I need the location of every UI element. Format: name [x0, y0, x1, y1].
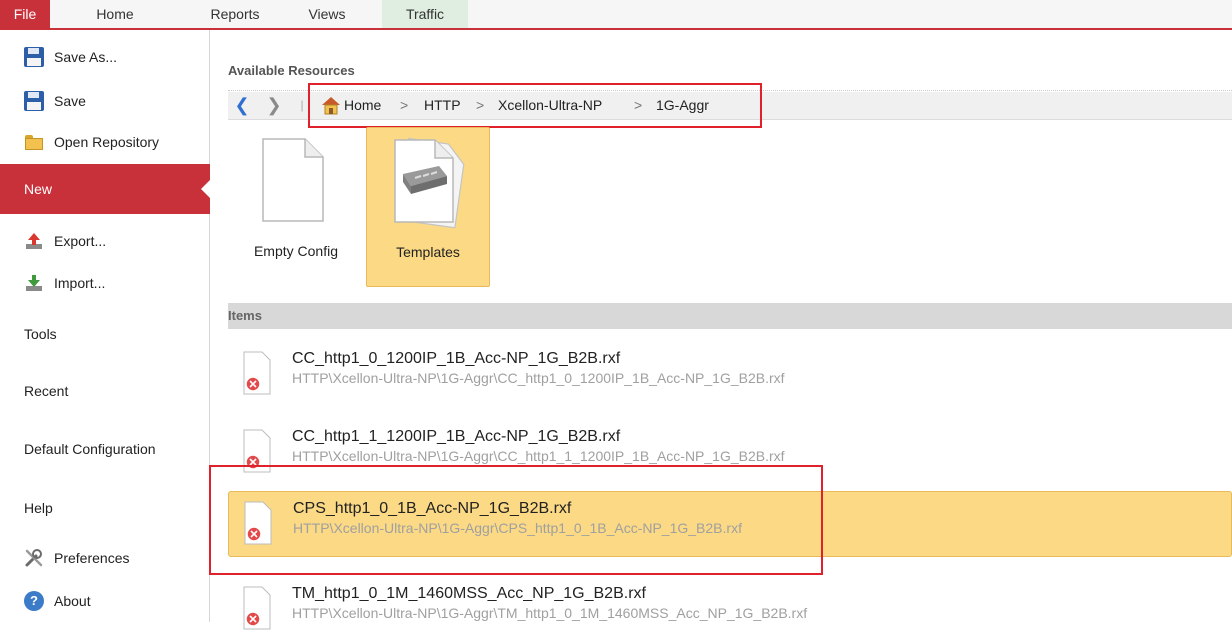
menu-tools[interactable]: Tools	[0, 319, 210, 349]
menu-open-repository[interactable]: Open Repository	[0, 127, 210, 157]
folder-icon	[24, 132, 44, 152]
file-name: TM_http1_0_1M_1460MSS_Acc_NP_1G_B2B.rxf	[292, 585, 646, 602]
menu-about-label: About	[54, 593, 91, 609]
back-arrow-icon[interactable]: ❮	[232, 95, 252, 115]
menu-default-configuration-label: Default Configuration	[24, 441, 156, 457]
breadcrumb-1g-aggr[interactable]: 1G-Aggr	[656, 97, 709, 113]
home-icon[interactable]	[320, 95, 342, 115]
menu-save[interactable]: Save	[0, 86, 210, 116]
file-name: CC_http1_0_1200IP_1B_Acc-NP_1G_B2B.rxf	[292, 350, 621, 367]
tab-file[interactable]: File	[0, 0, 50, 28]
breadcrumb-divider: |	[300, 98, 304, 112]
tile-empty-config-label: Empty Config	[253, 243, 339, 259]
menu-recent[interactable]: Recent	[0, 376, 210, 406]
tile-empty-config[interactable]: Empty Config	[234, 127, 358, 287]
menu-about[interactable]: ? About	[0, 586, 210, 616]
file-row[interactable]: TM_http1_0_1M_1460MSS_Acc_NP_1G_B2B.rxf …	[228, 577, 1232, 641]
breadcrumb-separator: >	[476, 97, 485, 113]
templates-icon	[385, 136, 469, 231]
menu-new[interactable]: New	[0, 164, 211, 214]
menu-preferences-label: Preferences	[54, 550, 130, 566]
ribbon-tab-bar: File Home Reports Views Traffic	[0, 0, 1232, 30]
tile-templates-label: Templates	[396, 244, 460, 260]
save-as-icon	[24, 47, 44, 67]
save-icon	[24, 91, 44, 111]
menu-preferences[interactable]: Preferences	[0, 543, 210, 573]
menu-import-label: Import...	[54, 275, 106, 291]
breadcrumb-http[interactable]: HTTP	[424, 97, 461, 113]
menu-help[interactable]: Help	[0, 493, 210, 523]
menu-save-as-label: Save As...	[54, 49, 118, 65]
divider	[228, 90, 1232, 91]
rxf-file-icon	[242, 428, 272, 474]
breadcrumb-home[interactable]: Home	[344, 97, 381, 113]
menu-new-label: New	[24, 181, 53, 197]
breadcrumb-separator: >	[400, 97, 409, 113]
menu-recent-label: Recent	[24, 383, 69, 399]
items-header: Items	[228, 303, 1232, 329]
menu-tools-label: Tools	[24, 326, 57, 342]
tab-home[interactable]: Home	[72, 0, 158, 28]
menu-help-label: Help	[24, 500, 53, 516]
address-bar: ❮ ❯ | Home > HTTP > Xcellon-Ultra-NP > 1…	[228, 92, 1232, 120]
tile-templates[interactable]: Templates	[366, 127, 490, 287]
import-icon	[24, 273, 44, 293]
menu-import[interactable]: Import...	[0, 268, 210, 298]
backstage-menu: Save As... Save Open Repository New Expo…	[0, 30, 211, 622]
menu-export-label: Export...	[54, 233, 107, 249]
tab-views[interactable]: Views	[298, 0, 356, 28]
forward-arrow-icon[interactable]: ❯	[264, 95, 284, 115]
tab-traffic[interactable]: Traffic	[382, 0, 468, 28]
breadcrumb-xcellon-ultra-np[interactable]: Xcellon-Ultra-NP	[498, 97, 602, 113]
about-icon: ?	[24, 591, 44, 611]
menu-save-as[interactable]: Save As...	[0, 42, 210, 72]
file-name: CPS_http1_0_1B_Acc-NP_1G_B2B.rxf	[293, 500, 572, 517]
tab-reports[interactable]: Reports	[196, 0, 274, 28]
menu-save-label: Save	[54, 93, 86, 109]
file-path: HTTP\Xcellon-Ultra-NP\1G-Aggr\CPS_http1_…	[293, 520, 742, 536]
file-path: HTTP\Xcellon-Ultra-NP\1G-Aggr\CC_http1_0…	[292, 370, 785, 386]
file-row[interactable]: CC_http1_1_1200IP_1B_Acc-NP_1G_B2B.rxf H…	[228, 420, 1232, 484]
file-path: HTTP\Xcellon-Ultra-NP\1G-Aggr\TM_http1_0…	[292, 605, 808, 621]
rxf-file-icon	[242, 585, 272, 631]
menu-export[interactable]: Export...	[0, 226, 210, 256]
rxf-file-icon	[242, 350, 272, 396]
menu-default-configuration[interactable]: Default Configuration	[0, 434, 210, 464]
export-icon	[24, 231, 44, 251]
blank-document-icon	[261, 137, 325, 226]
file-row[interactable]: CC_http1_0_1200IP_1B_Acc-NP_1G_B2B.rxf H…	[228, 342, 1232, 406]
available-resources-heading: Available Resources	[228, 63, 355, 78]
wrench-icon	[24, 548, 44, 568]
menu-open-repository-label: Open Repository	[54, 134, 160, 150]
file-name: CC_http1_1_1200IP_1B_Acc-NP_1G_B2B.rxf	[292, 428, 621, 445]
file-path: HTTP\Xcellon-Ultra-NP\1G-Aggr\CC_http1_1…	[292, 448, 785, 464]
rxf-file-icon	[243, 500, 273, 546]
file-row-selected[interactable]: CPS_http1_0_1B_Acc-NP_1G_B2B.rxf HTTP\Xc…	[228, 491, 1232, 557]
breadcrumb-separator: >	[634, 97, 643, 113]
